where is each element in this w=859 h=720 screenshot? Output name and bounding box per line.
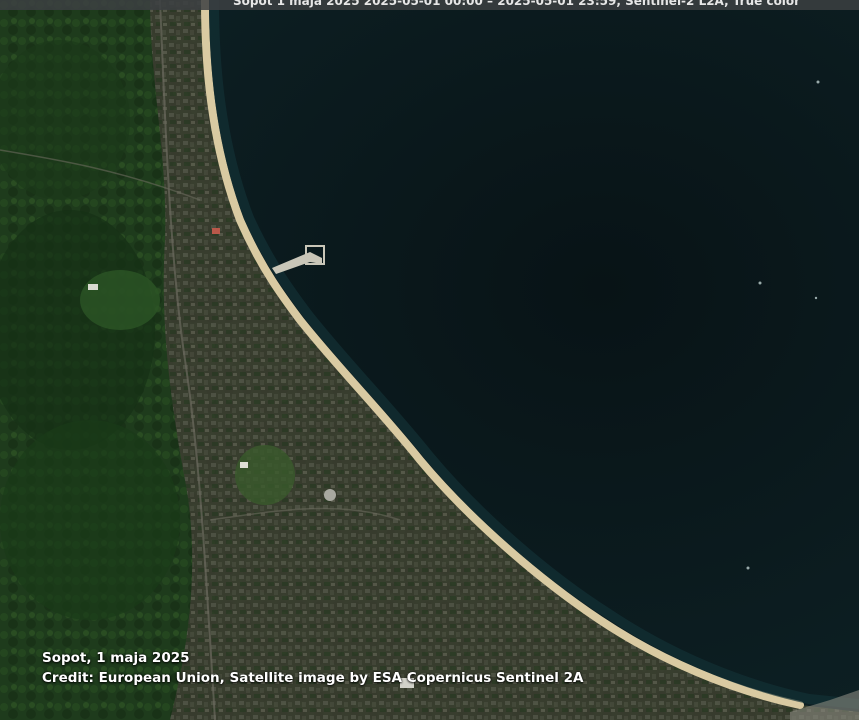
building bbox=[324, 489, 336, 501]
caption-place-date: Sopot, 1 maja 2025 bbox=[42, 650, 190, 666]
building bbox=[88, 284, 98, 290]
satellite-image-svg bbox=[0, 0, 859, 720]
park-area bbox=[235, 445, 295, 505]
forest-patch bbox=[0, 420, 180, 620]
ship bbox=[816, 80, 820, 84]
building bbox=[212, 228, 220, 234]
top-banner: Sopot 1 maja 2025 2025-05-01 00:00 – 202… bbox=[0, 0, 859, 10]
caption-credit: Credit: European Union, Satellite image … bbox=[42, 670, 584, 686]
satellite-image bbox=[0, 0, 859, 720]
ship bbox=[814, 296, 818, 300]
top-banner-text: Sopot 1 maja 2025 2025-05-01 00:00 – 202… bbox=[233, 0, 801, 8]
park-area bbox=[80, 270, 160, 330]
ship bbox=[746, 566, 750, 570]
building bbox=[240, 462, 248, 468]
image-caption: Sopot, 1 maja 2025 Credit: European Unio… bbox=[42, 648, 583, 688]
ship bbox=[758, 281, 762, 285]
